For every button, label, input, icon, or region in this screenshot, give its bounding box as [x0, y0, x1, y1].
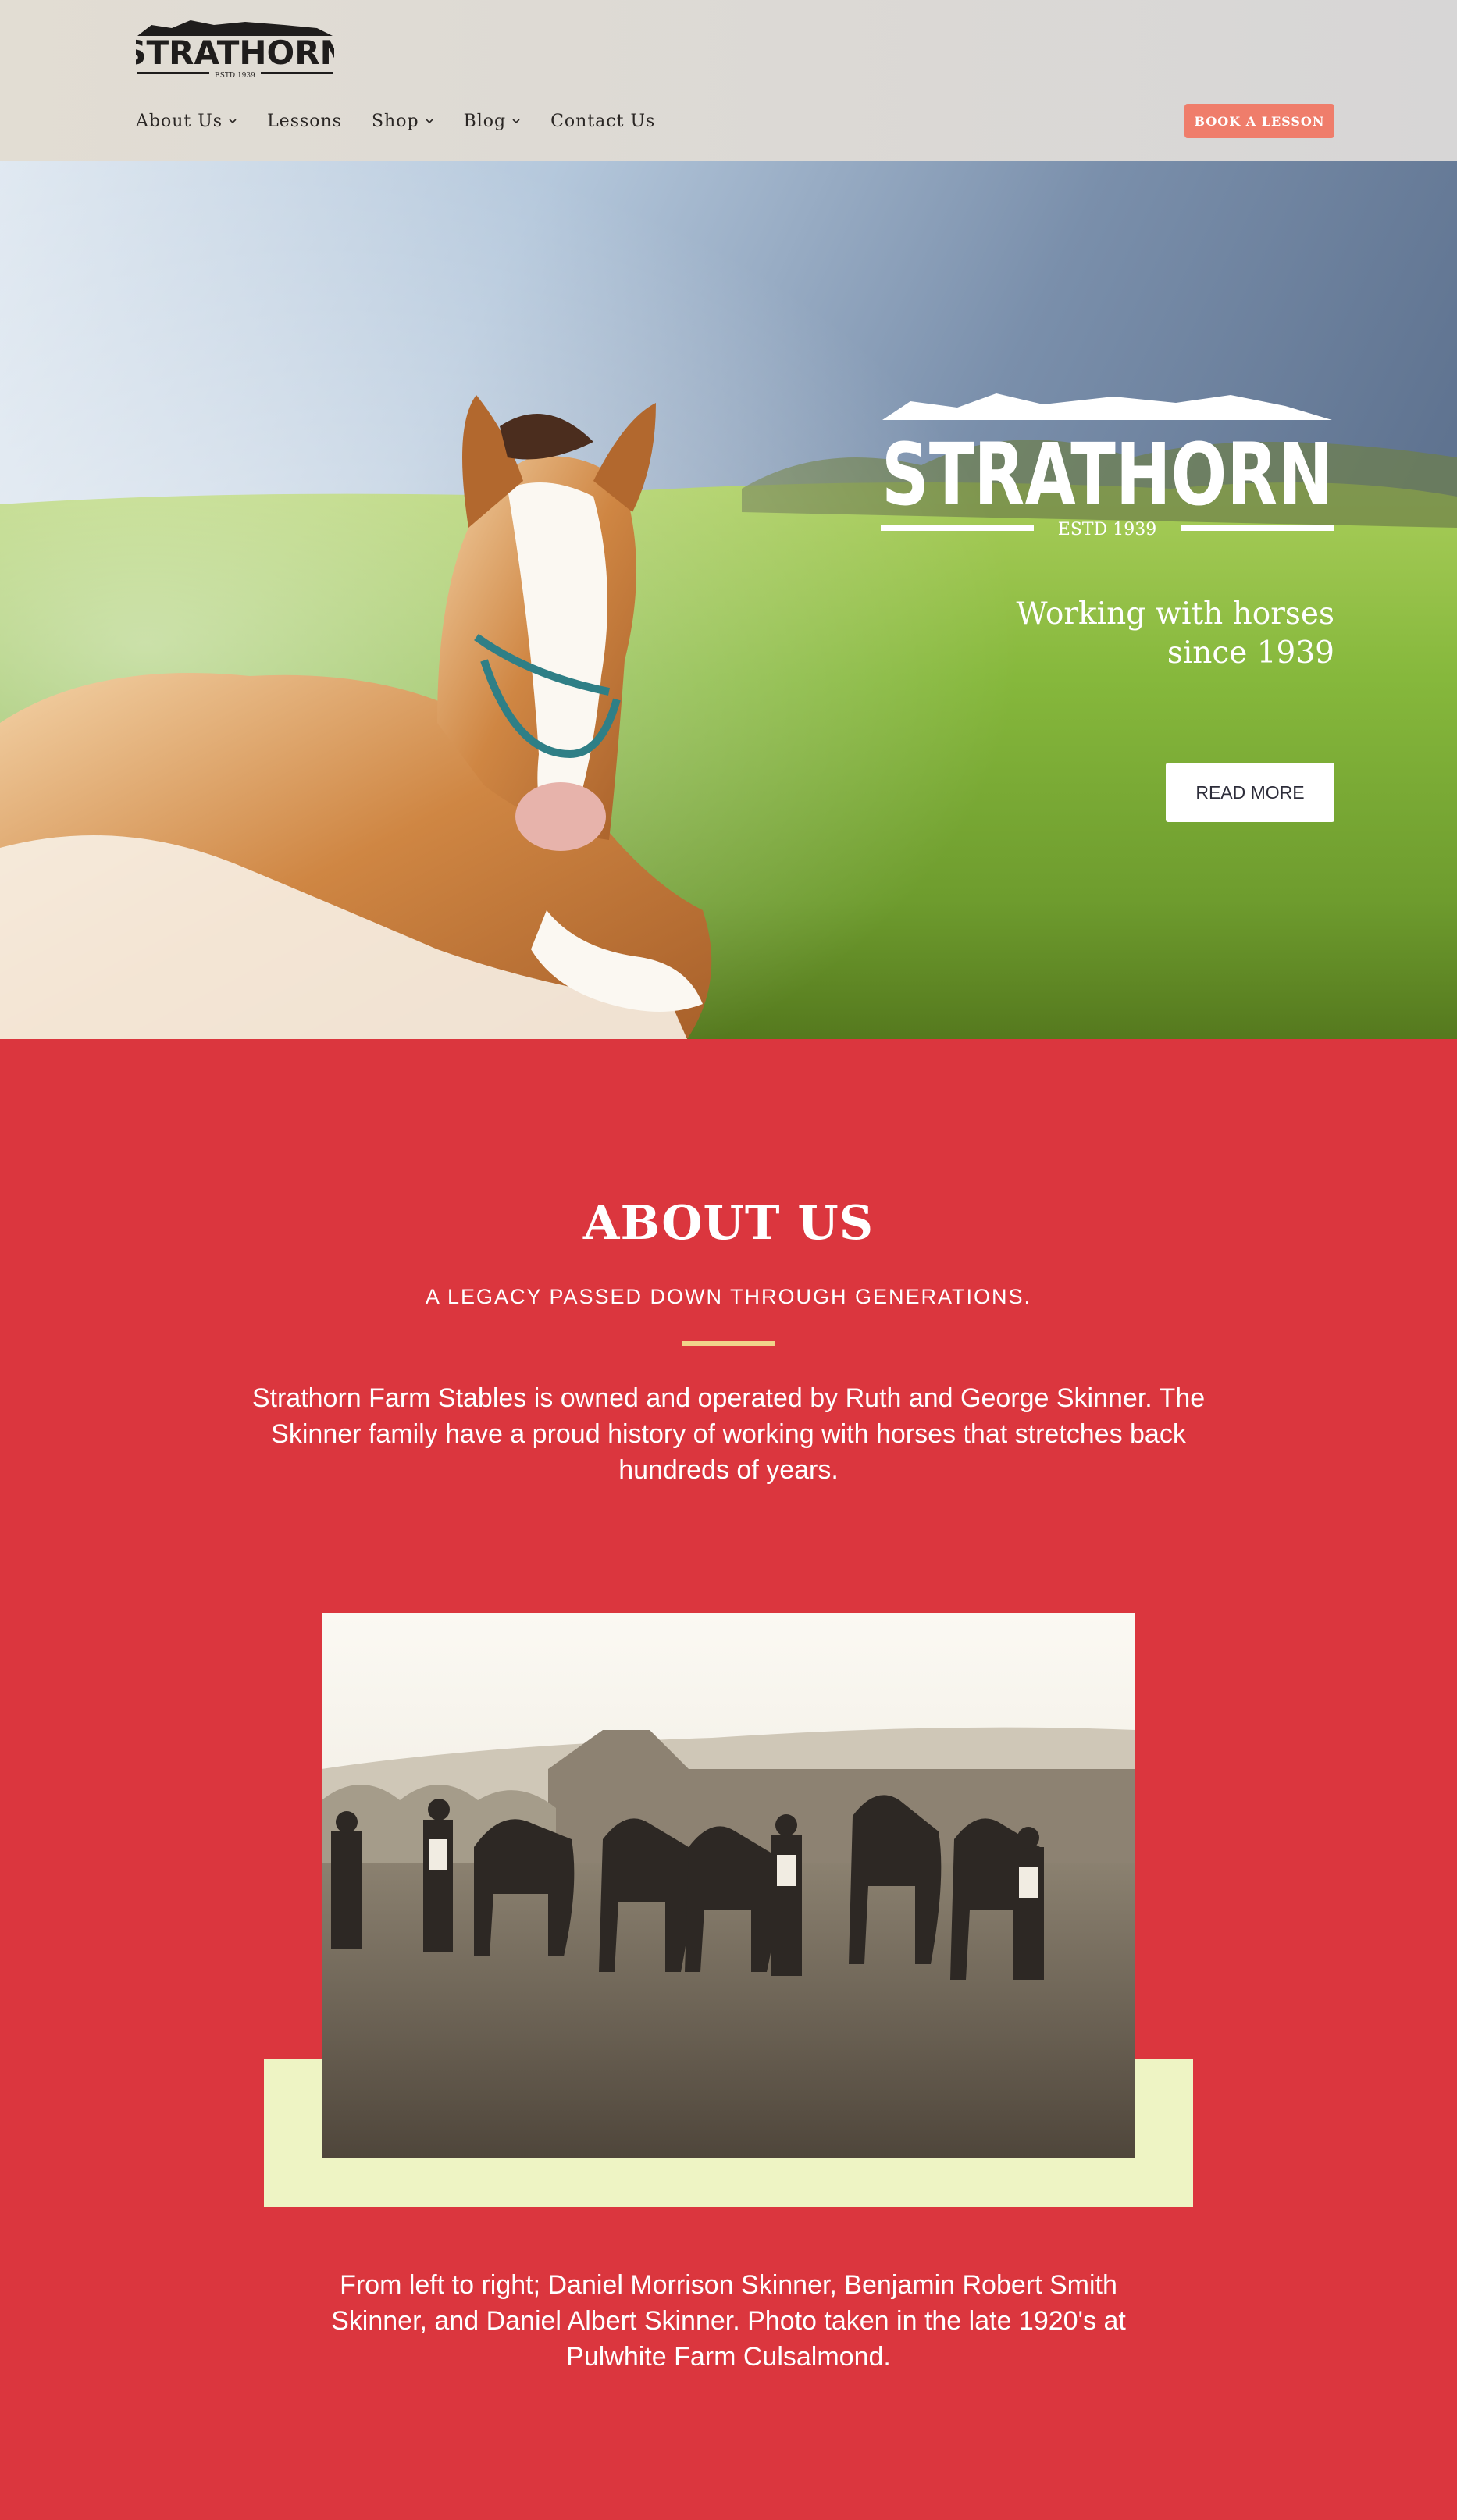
hero-logo-wordmark: STRATHORN — [882, 425, 1333, 525]
tagline-line-2: since 1939 — [1167, 635, 1334, 671]
hero-banner: STRATHORN ESTD 1939 Working with horses … — [0, 161, 1457, 1039]
photo-caption: From left to right; Daniel Morrison Skin… — [331, 2270, 1126, 2372]
nav-label: Blog — [463, 111, 507, 131]
hero-tagline: Working with horses since 1939 — [928, 595, 1334, 673]
nav-label: Contact Us — [550, 111, 656, 131]
logo-wordmark: STRATHORN — [136, 34, 334, 72]
nav-item-blog[interactable]: Blog — [464, 112, 522, 131]
chevron-down-icon — [228, 116, 237, 126]
about-body-text: Strathorn Farm Stables is owned and oper… — [251, 1383, 1206, 1485]
nav-label: About Us — [136, 111, 223, 131]
chevron-down-icon — [511, 116, 521, 126]
read-more-button[interactable]: READ MORE — [1166, 763, 1334, 822]
historic-family-photo — [322, 1613, 1135, 2158]
nav-item-shop[interactable]: Shop — [372, 112, 434, 131]
logo-estd: ESTD 1939 — [215, 72, 255, 80]
nav-item-about-us[interactable]: About Us — [136, 112, 237, 131]
main-nav: About Us Lessons Shop Blog Contact Us — [136, 108, 685, 134]
chevron-down-icon — [425, 116, 434, 126]
nav-label: Shop — [371, 111, 419, 131]
tagline-line-1: Working with horses — [1016, 596, 1334, 632]
section-divider — [682, 1341, 775, 1346]
hero-logo-estd: ESTD 1939 — [1058, 520, 1156, 539]
site-header: STRATHORN ESTD 1939 About Us Lessons Sho… — [0, 0, 1457, 161]
book-lesson-button[interactable]: BOOK A LESSON — [1184, 104, 1334, 138]
hero-logo: STRATHORN ESTD 1939 — [879, 387, 1335, 543]
site-logo[interactable]: STRATHORN ESTD 1939 — [136, 17, 334, 84]
nav-item-contact-us[interactable]: Contact Us — [550, 112, 655, 131]
about-title: ABOUT US — [582, 1196, 875, 1251]
about-subtitle: A LEGACY PASSED DOWN THROUGH GENERATIONS… — [425, 1285, 1032, 1308]
nav-item-lessons[interactable]: Lessons — [267, 112, 342, 131]
nav-label: Lessons — [267, 111, 342, 131]
